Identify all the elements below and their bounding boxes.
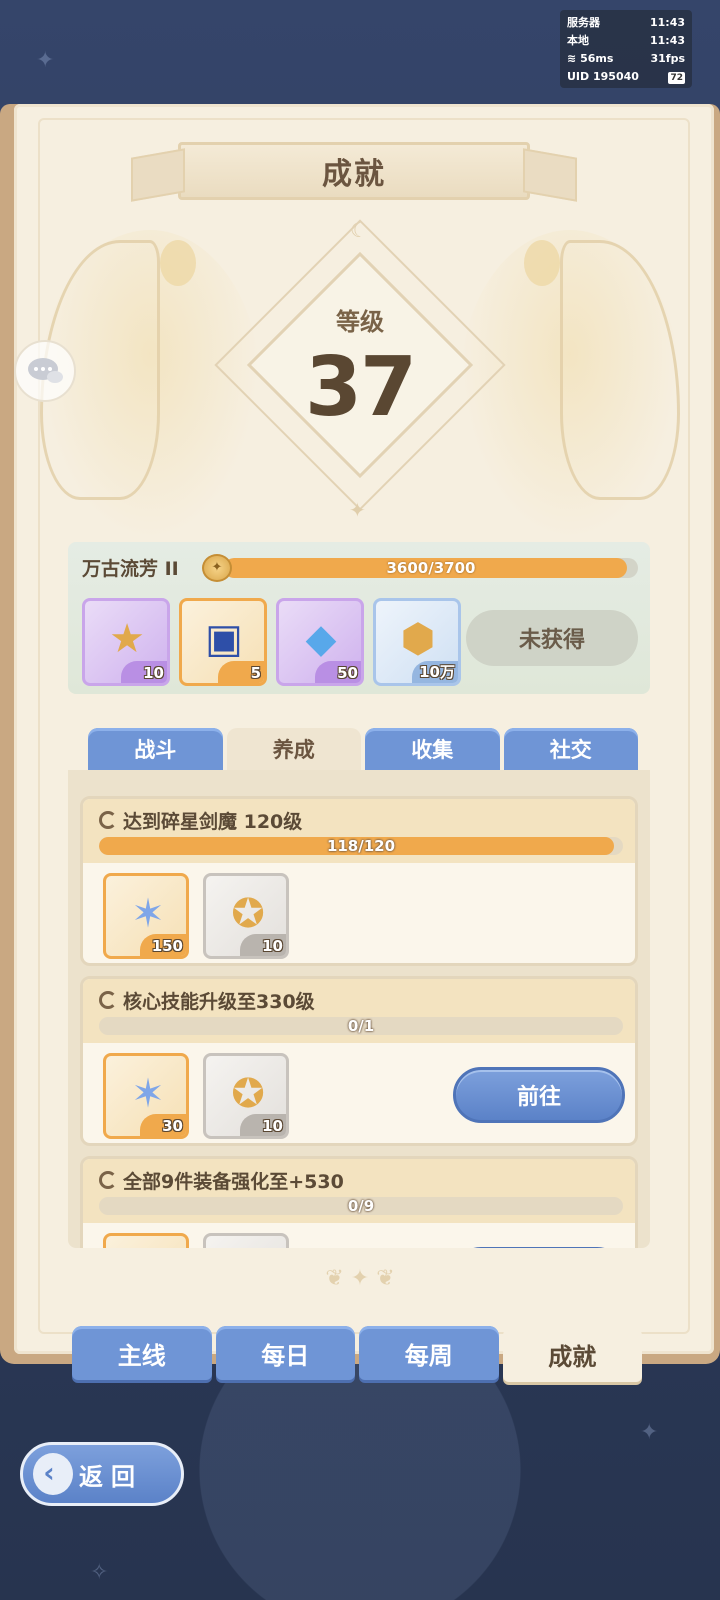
blue-crystal-icon: ◆ — [305, 616, 337, 662]
tab-weekly[interactable]: 每周 — [359, 1326, 499, 1380]
go-button[interactable]: 前往 — [453, 1067, 625, 1123]
reward-count: 10 — [262, 1117, 283, 1135]
blue-star-crystal-icon: ✶ — [120, 1246, 176, 1248]
angel-statue-left — [40, 230, 260, 540]
ping-value: 56ms — [580, 52, 614, 65]
reward-count: 10 — [262, 937, 283, 955]
back-label: 返回 — [79, 1462, 143, 1491]
tab-collection[interactable]: 收集 — [365, 728, 500, 770]
server-time: 11:43 — [649, 16, 685, 29]
local-label: 本地 — [567, 34, 589, 47]
sparkle-icon: ✦ — [349, 498, 366, 522]
task-bullet-icon — [99, 811, 117, 829]
battery-icon: 72 — [668, 72, 685, 84]
category-tabs: 战斗 养成 收集 社交 — [88, 728, 638, 770]
tab-social[interactable]: 社交 — [503, 728, 638, 770]
star-icon: ✦ — [640, 1420, 659, 1445]
task-bullet-icon — [99, 991, 117, 1009]
task-title: 达到碎星剑魔 120级 — [123, 811, 303, 833]
reward-item[interactable]: ▣ 5 — [179, 598, 267, 686]
task-title: 核心技能升级至330级 — [123, 991, 315, 1013]
go-button[interactable] — [453, 1247, 625, 1248]
chat-button[interactable] — [14, 340, 76, 402]
star-icon: ✦ — [36, 48, 55, 73]
status-overlay: 服务器 11:43 本地 11:43 ≋ 56ms 31fps UID 195040 7… — [560, 10, 692, 88]
reward-item[interactable]: ✶ 150 — [103, 873, 189, 959]
level-value: 37 — [304, 340, 417, 435]
reward-item[interactable]: ◆ 50 — [276, 598, 364, 686]
reward-item[interactable]: ★ 10 — [82, 598, 170, 686]
reward-count: 5 — [250, 664, 261, 682]
task-card: 核心技能升级至330级 0/1 ✶ 30 ✪ 10 前往 — [80, 976, 638, 1146]
gold-star-icon: ★ — [109, 616, 145, 662]
reward-count: 10万 — [419, 663, 455, 681]
page-title: 成就 — [322, 157, 386, 192]
task-card: 达到碎星剑魔 120级 118/120 ✶ 150 ✪ 10 — [80, 796, 638, 966]
angel-statue-right — [460, 230, 680, 540]
level-label: 等级 — [336, 308, 384, 336]
winged-coin-icon: ✪ — [220, 1246, 276, 1248]
task-bullet-icon — [99, 1171, 117, 1189]
reward-item[interactable]: ⬢ 10万 — [373, 598, 461, 686]
not-obtained-button[interactable]: 未获得 — [466, 610, 638, 666]
tab-main-quest[interactable]: 主线 — [72, 1326, 212, 1380]
reward-item[interactable]: ✪ 10 — [203, 873, 289, 959]
back-button[interactable]: ‹ 返回 — [20, 1442, 184, 1506]
fps-value: 31fps — [650, 52, 685, 65]
server-label: 服务器 — [567, 16, 600, 29]
task-title: 全部9件装备强化至+530 — [123, 1171, 344, 1193]
task-progress-text: 0/1 — [347, 1017, 375, 1035]
page-ornament-icon: ❦ ✦ ❦ — [325, 1266, 395, 1291]
star-icon: ✧ — [90, 1560, 109, 1585]
achievement-coin-icon: ✦ — [202, 554, 232, 582]
reward-count: 30 — [162, 1117, 183, 1135]
task-progress-text: 118/120 — [326, 837, 396, 855]
tab-growth[interactable]: 养成 — [226, 728, 361, 770]
tab-achievements[interactable]: 成就 — [502, 1326, 642, 1382]
local-time: 11:43 — [649, 34, 685, 47]
reward-item[interactable]: ✶ 30 — [103, 1053, 189, 1139]
uid-label: UID 195040 — [567, 70, 639, 83]
reward-count: 150 — [151, 937, 183, 955]
main-tabs: 主线 每日 每周 成就 — [72, 1326, 642, 1382]
task-card: 全部9件装备强化至+530 0/9 ✶ ✪ — [80, 1156, 638, 1248]
reward-item[interactable]: ✶ — [103, 1233, 189, 1248]
xp-progress-text: 3600/3700 — [386, 559, 476, 577]
rank-name: 万古流芳 II — [82, 558, 179, 580]
chat-bubble-icon — [28, 358, 63, 383]
title-ribbon: 成就 — [178, 142, 530, 200]
tab-daily[interactable]: 每日 — [215, 1326, 355, 1380]
rank-reward-list: ★ 10 ▣ 5 ◆ 50 ⬢ 10万 — [82, 598, 461, 686]
reward-count: 10 — [143, 664, 164, 682]
reward-item[interactable]: ✪ — [203, 1233, 289, 1248]
tab-combat[interactable]: 战斗 — [88, 728, 223, 770]
task-progress-text: 0/9 — [347, 1197, 375, 1215]
back-arrow-icon: ‹ — [33, 1453, 73, 1495]
task-list[interactable]: 达到碎星剑魔 120级 118/120 ✶ 150 ✪ 10 核心技能升级至33… — [68, 770, 650, 1248]
eye-card-icon: ▣ — [205, 616, 243, 662]
reward-item[interactable]: ✪ 10 — [203, 1053, 289, 1139]
wifi-icon: ≋ — [567, 52, 577, 65]
level-emblem: 等级 37 — [214, 219, 506, 511]
reward-count: 50 — [337, 664, 358, 682]
rank-reward-panel: 万古流芳 II 3600/3700 ✦ ★ 10 ▣ 5 ◆ 50 ⬢ 10万 … — [68, 542, 650, 694]
gold-coin-icon: ⬢ — [400, 616, 436, 662]
